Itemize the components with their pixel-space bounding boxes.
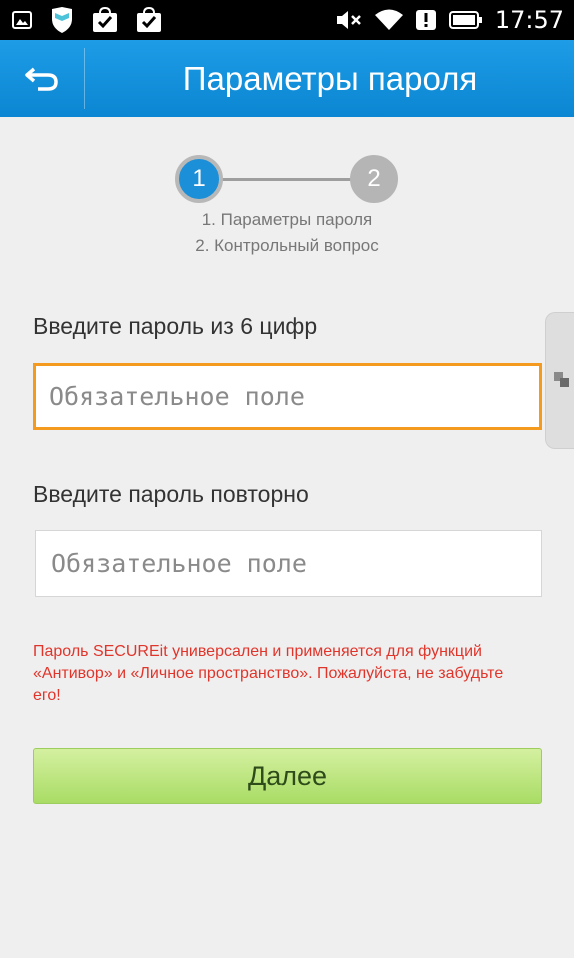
wifi-icon: [374, 9, 403, 30]
alert-icon: [415, 10, 436, 30]
status-time: 17:57: [494, 6, 564, 34]
step-labels: 1. Параметры пароля 2. Контрольный вопро…: [0, 207, 574, 259]
step-1-indicator: 1: [175, 155, 223, 203]
step-2-indicator: 2: [350, 155, 398, 203]
shopping-check-icon: [93, 7, 117, 32]
page-title: Параметры пароля: [182, 60, 478, 97]
mute-icon: [336, 11, 361, 29]
header-divider: [84, 48, 85, 109]
password-input[interactable]: [33, 363, 542, 430]
side-floating-tab[interactable]: [545, 312, 574, 449]
app-header: Параметры пароля: [0, 40, 574, 117]
next-button[interactable]: Далее: [33, 748, 542, 804]
shield-icon: [52, 7, 72, 33]
step-2-label: 2. Контрольный вопрос: [195, 236, 379, 255]
confirm-password-label: Введите пароль повторно: [33, 481, 309, 507]
shopping-check-icon: [137, 7, 161, 32]
warning-text: Пароль SECUREit универсален и применяетс…: [33, 643, 504, 704]
back-button[interactable]: [0, 40, 84, 117]
back-arrow-icon: [25, 67, 58, 91]
confirm-password-input[interactable]: [35, 530, 542, 597]
status-bar: 17:57: [0, 0, 574, 40]
step-connector: [222, 178, 354, 181]
password-label: Введите пароль из 6 цифр: [33, 313, 318, 339]
stepper: 1 2 1. Параметры пароля 2. Контрольный в…: [0, 155, 574, 255]
battery-icon: [448, 11, 482, 29]
copy-icon: [554, 372, 569, 387]
step-1-label: 1. Параметры пароля: [201, 210, 373, 229]
image-icon: [12, 11, 32, 29]
